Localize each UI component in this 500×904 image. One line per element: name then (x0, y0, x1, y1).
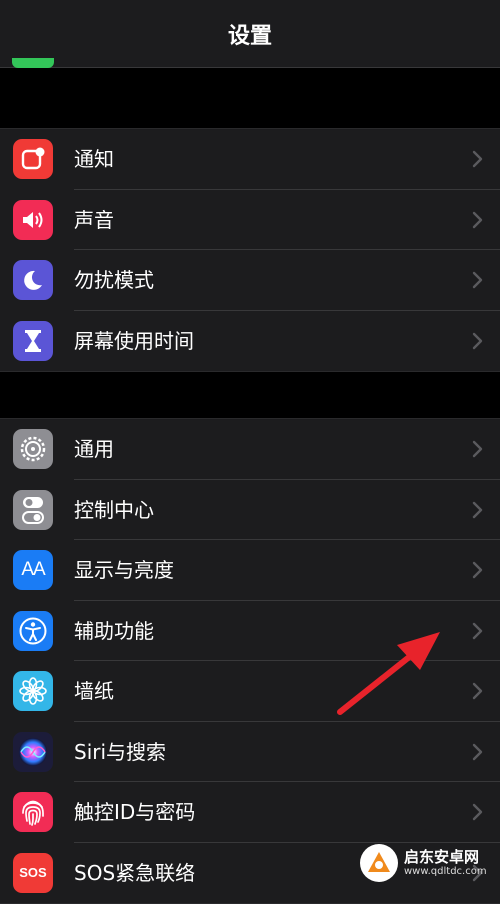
text-size-icon: AA (13, 550, 53, 590)
partial-settings-icon (12, 58, 54, 68)
fingerprint-icon (13, 792, 53, 832)
settings-row-display-brightness[interactable]: AA 显示与亮度 (0, 540, 500, 601)
settings-row-control-center[interactable]: 控制中心 (0, 480, 500, 540)
settings-row-touch-id[interactable]: 触控ID与密码 (0, 782, 500, 843)
settings-row-general[interactable]: 通用 (0, 419, 500, 480)
accessibility-icon (13, 610, 53, 651)
chevron-right-icon (472, 271, 483, 289)
settings-row-label: Siri与搜索 (74, 739, 167, 764)
settings-group-notifications: 通知 声音 勿扰模式 屏幕使用时间 (0, 128, 500, 372)
settings-row-label: 显示与亮度 (74, 558, 174, 582)
notifications-icon (13, 139, 53, 179)
settings-row-label: 通用 (74, 437, 114, 461)
chevron-right-icon (472, 211, 483, 228)
chevron-right-icon (472, 332, 483, 349)
watermark-text: 启东安卓网 www.qdltdc.com (404, 849, 487, 877)
text-size-glyph: AA (21, 559, 45, 580)
moon-icon (13, 260, 53, 300)
settings-row-siri-search[interactable]: Siri与搜索 (0, 722, 500, 782)
watermark-logo-icon (360, 844, 398, 882)
toggles-icon (13, 489, 53, 530)
chevron-right-icon (472, 501, 483, 518)
hourglass-icon (13, 320, 53, 361)
settings-row-screen-time[interactable]: 屏幕使用时间 (0, 311, 500, 372)
settings-row-notifications[interactable]: 通知 (0, 129, 500, 190)
chevron-right-icon (472, 803, 483, 821)
nav-bar: 设置 (0, 0, 500, 68)
sos-icon: SOS (13, 852, 53, 893)
sound-icon (13, 199, 53, 240)
watermark-url: www.qdltdc.com (404, 865, 487, 877)
settings-row-accessibility[interactable]: 辅助功能 (0, 601, 500, 661)
chevron-right-icon (472, 561, 483, 579)
settings-row-label: 辅助功能 (74, 618, 154, 643)
chevron-right-icon (472, 622, 483, 639)
settings-row-label: 勿扰模式 (74, 268, 154, 292)
chevron-right-icon (472, 150, 483, 168)
settings-row-label: 触控ID与密码 (74, 800, 196, 824)
chevron-right-icon (472, 440, 483, 458)
watermark: 启东安卓网 www.qdltdc.com (360, 843, 490, 883)
settings-row-label: 声音 (74, 207, 114, 232)
page-title: 设置 (227, 24, 272, 49)
settings-row-label: SOS紧急联络 (74, 860, 196, 885)
chevron-right-icon (472, 682, 483, 700)
settings-row-label: 通知 (74, 147, 114, 171)
watermark-name: 启东安卓网 (404, 848, 480, 867)
settings-row-label: 墙纸 (74, 679, 114, 703)
gear-icon (13, 429, 53, 469)
settings-row-label: 屏幕使用时间 (74, 328, 194, 353)
settings-row-sound[interactable]: 声音 (0, 190, 500, 250)
siri-icon (13, 731, 53, 772)
chevron-right-icon (472, 743, 483, 760)
settings-group-general: 通用 控制中心 AA 显示与亮度 辅助功能 墙纸 Siri与搜索 触控ID与密码… (0, 418, 500, 904)
sos-glyph: SOS (19, 865, 47, 880)
settings-row-label: 控制中心 (74, 497, 154, 522)
settings-row-wallpaper[interactable]: 墙纸 (0, 661, 500, 722)
flower-icon (13, 671, 53, 711)
settings-row-do-not-disturb[interactable]: 勿扰模式 (0, 250, 500, 311)
